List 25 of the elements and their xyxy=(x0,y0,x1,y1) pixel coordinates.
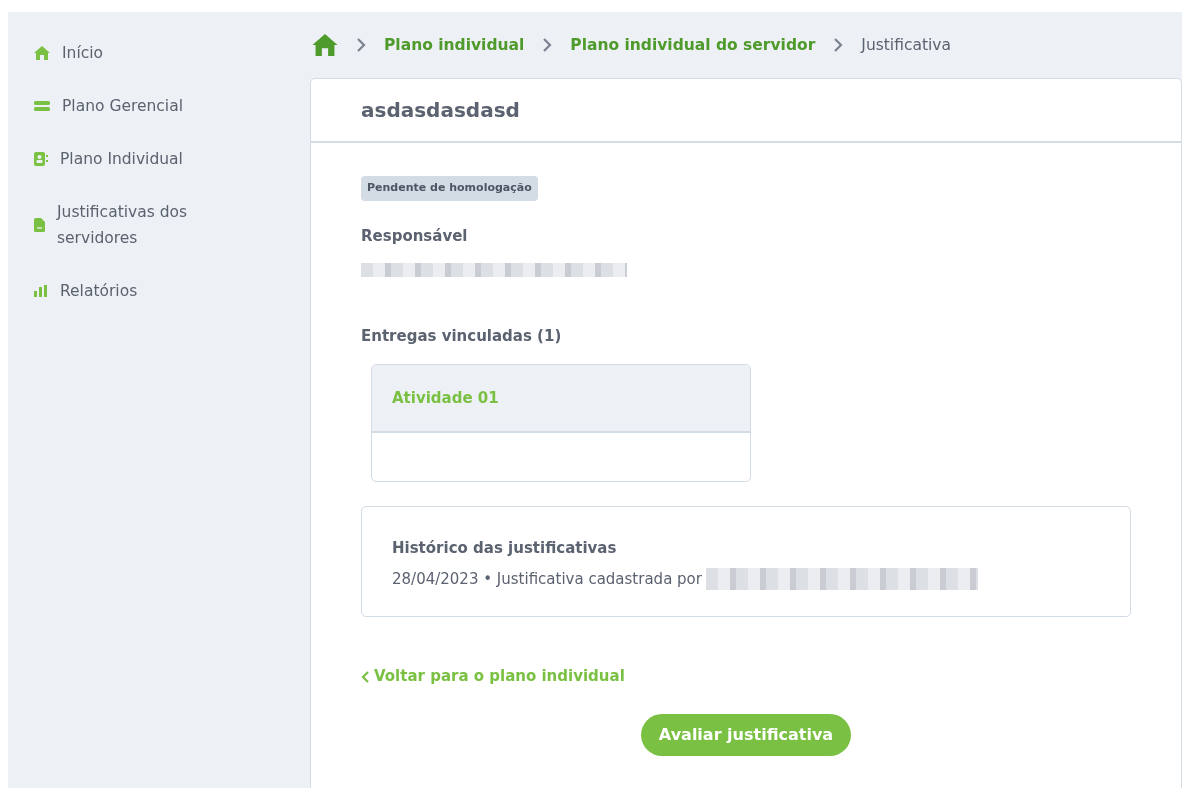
delivery-title: Atividade 01 xyxy=(372,364,750,434)
chevron-icon xyxy=(542,37,553,54)
document-icon xyxy=(34,218,45,232)
status-badge: Pendente de homologação xyxy=(361,176,538,201)
breadcrumb-link[interactable]: Plano individual xyxy=(384,33,525,57)
bars-icon xyxy=(34,100,50,112)
sidebar-item[interactable]: Relatórios xyxy=(34,278,224,304)
history-entry: 28/04/2023 • Justificativa cadastrada por xyxy=(392,568,702,590)
breadcrumb-current: Justificativa xyxy=(861,34,951,56)
home-icon xyxy=(34,46,50,60)
sidebar-item[interactable]: Plano Individual xyxy=(34,146,224,172)
breadcrumb-link[interactable]: Plano individual do servidor xyxy=(570,33,816,57)
page-title: asdasdasdasd xyxy=(311,79,1181,144)
chevron-icon xyxy=(833,37,844,54)
home-icon[interactable] xyxy=(312,34,338,57)
chevron-left-icon xyxy=(361,669,370,684)
sidebar-item[interactable]: Plano Gerencial xyxy=(34,93,224,119)
deliveries-label: Entregas vinculadas (1) xyxy=(361,326,563,348)
history-title: Histórico das justificativas xyxy=(392,538,618,560)
contact-book-icon xyxy=(34,152,48,166)
sidebar-item[interactable]: Início xyxy=(34,40,224,66)
responsible-label: Responsável xyxy=(361,225,469,247)
bar-chart-icon xyxy=(34,285,48,297)
sidebar-item[interactable]: Justificativas dos servidores xyxy=(34,199,224,251)
chevron-icon xyxy=(356,37,366,54)
